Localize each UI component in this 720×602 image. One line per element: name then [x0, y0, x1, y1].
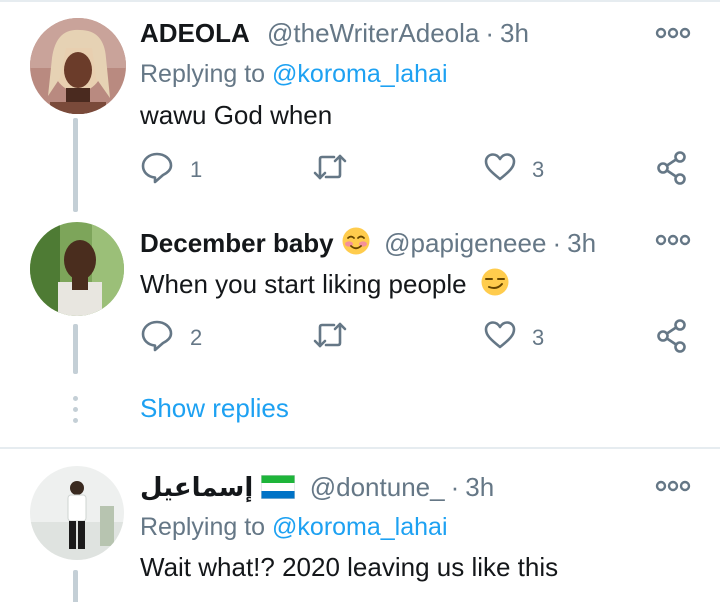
show-replies-link[interactable]: Show replies	[140, 393, 289, 424]
separator: ·	[450, 472, 460, 502]
more-options-icon[interactable]	[655, 233, 691, 247]
thread-divider	[0, 447, 720, 449]
mention-link[interactable]: @koroma_lahai	[272, 60, 447, 88]
share-button[interactable]	[656, 151, 688, 190]
thread-line	[73, 118, 78, 212]
like-button[interactable]: 3	[484, 320, 544, 355]
tweet-header: إسماعيل @dontune_ · 3h	[140, 472, 494, 506]
reply-count: 1	[190, 156, 203, 182]
separator: ·	[485, 18, 495, 48]
separator: ·	[552, 228, 562, 258]
smiling-face-with-blush-icon	[341, 226, 371, 263]
timestamp[interactable]: 3h	[567, 228, 596, 258]
display-name[interactable]: December baby	[140, 228, 334, 258]
reply-count: 2	[190, 324, 203, 350]
timestamp[interactable]: 3h	[500, 18, 529, 48]
smirking-face-icon	[480, 267, 510, 304]
reply-button[interactable]: 1	[140, 150, 202, 189]
thread-line	[73, 324, 78, 374]
tweet-text-content: When you start liking people	[140, 269, 467, 299]
username[interactable]: @papigeneee	[384, 228, 546, 258]
retweet-icon	[312, 152, 348, 187]
thread-line	[73, 570, 78, 602]
thread-dot	[73, 407, 78, 412]
tweet-header: December baby @papigeneee · 3h	[140, 226, 596, 263]
username[interactable]: @theWriterAdeola	[267, 18, 479, 48]
retweet-icon	[312, 320, 348, 355]
thread-dot	[73, 418, 78, 423]
like-count: 3	[532, 324, 545, 350]
like-icon	[484, 152, 516, 187]
avatar-dontune[interactable]	[30, 466, 124, 560]
avatar-december-baby[interactable]	[30, 222, 124, 316]
share-button[interactable]	[656, 319, 688, 358]
replying-to: Replying to @koroma_lahai	[140, 513, 448, 542]
more-options-icon[interactable]	[655, 479, 691, 493]
tweet-thread: ADEOLA @theWriterAdeola · 3h Replying to @…	[0, 0, 720, 602]
reply-icon	[140, 318, 174, 357]
replying-prefix: Replying to	[140, 60, 266, 88]
reply-icon	[140, 150, 174, 189]
retweet-button[interactable]	[312, 320, 348, 355]
replying-prefix: Replying to	[140, 513, 266, 541]
display-name[interactable]: إسماعيل	[140, 473, 253, 503]
retweet-button[interactable]	[312, 152, 348, 187]
thread-dot	[73, 396, 78, 401]
top-divider	[0, 0, 720, 2]
reply-button[interactable]: 2	[140, 318, 202, 357]
sierra-leone-flag-icon	[260, 474, 295, 506]
like-count: 3	[532, 156, 545, 182]
share-icon	[656, 319, 688, 358]
tweet-header: ADEOLA @theWriterAdeola · 3h	[140, 18, 529, 49]
tweet-text: When you start liking people	[140, 267, 510, 304]
username[interactable]: @dontune_	[310, 472, 445, 502]
replying-to: Replying to @koroma_lahai	[140, 60, 448, 89]
more-options-icon[interactable]	[655, 26, 691, 40]
like-icon	[484, 320, 516, 355]
like-button[interactable]: 3	[484, 152, 544, 187]
mention-link[interactable]: @koroma_lahai	[272, 513, 447, 541]
share-icon	[656, 151, 688, 190]
display-name[interactable]: ADEOLA	[140, 18, 250, 48]
avatar-adeola[interactable]	[30, 18, 126, 114]
timestamp[interactable]: 3h	[465, 472, 494, 502]
tweet-text: wawu God when	[140, 100, 333, 130]
tweet-text: Wait what!? 2020 leaving us like this	[140, 552, 559, 582]
